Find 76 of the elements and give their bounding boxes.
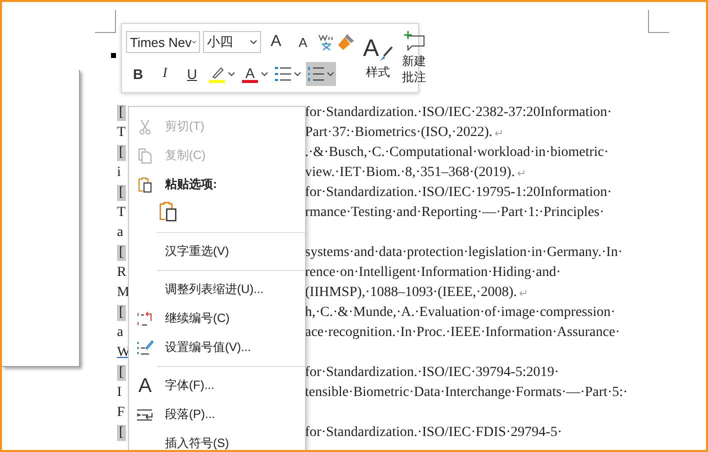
document-text: view.·IET·Biom.·8,·351–368·(2019). bbox=[305, 165, 515, 181]
clipboard-icon bbox=[159, 200, 177, 222]
bullet-list-icon bbox=[275, 67, 291, 81]
document-text: rmance·Testing·and·Reporting·—·Part·1:·Principles· bbox=[305, 205, 604, 221]
document-text: tensible·Biometric·Data·Interchange·Formats·—·Part·5:· bbox=[305, 385, 628, 401]
corner-mark-icon bbox=[648, 10, 669, 33]
document-text: T bbox=[117, 205, 126, 221]
document-text: rence·on·Intelligent·Information·Hiding·and· bbox=[305, 265, 561, 281]
underline-button[interactable]: U bbox=[180, 62, 204, 86]
document-text: systems·and·data·protection·legislation·in·Germany.·In· bbox=[305, 245, 622, 261]
document-text: for·Standardization.·ISO/IEC·FDIS·29794-5· bbox=[305, 425, 562, 441]
document-text: R bbox=[117, 265, 126, 281]
font-name-dropdown[interactable]: Times Nev bbox=[126, 31, 200, 53]
caret-icon bbox=[250, 40, 257, 44]
document-text: ace·recognition.·In·Proc.·IEEE·Information·Assurance· bbox=[305, 325, 620, 341]
menu-item[interactable]: 设置编号值(V)... bbox=[129, 333, 305, 362]
document-text: M bbox=[117, 285, 130, 301]
menu-item[interactable]: 段落(P)... bbox=[129, 400, 305, 429]
new-comment-button[interactable]: 新建批注 bbox=[401, 29, 428, 87]
caret-icon bbox=[294, 72, 301, 76]
caret-icon bbox=[192, 40, 196, 44]
set-numbering-icon bbox=[136, 340, 154, 356]
document-text: h,·C.·&·Munde,·A.·Evaluation·of·image·compression· bbox=[305, 305, 616, 321]
document-text: [ bbox=[117, 365, 126, 381]
menu-item[interactable]: A 字体(F)... bbox=[129, 371, 305, 400]
document-text: .·&·Busch,·C.·Computational·workload·in·biometric· bbox=[305, 145, 609, 161]
document-text: F bbox=[117, 405, 125, 421]
brush-icon bbox=[379, 46, 394, 62]
bold-button[interactable]: B bbox=[126, 62, 150, 86]
bullet-icon bbox=[111, 53, 116, 58]
styles-button[interactable]: A 样式 bbox=[363, 29, 394, 87]
document-text: for·Standardization.·ISO/IEC·39794-5:2019· bbox=[305, 365, 559, 381]
list-button[interactable] bbox=[306, 62, 336, 86]
font-size-dropdown[interactable]: 小四 bbox=[203, 31, 261, 53]
document-text: i bbox=[117, 165, 121, 181]
corner-mark-icon bbox=[95, 10, 116, 33]
clipboard-icon bbox=[138, 176, 152, 193]
font-icon: A bbox=[138, 376, 152, 396]
document-text: (IIHMSP),·1088–1093·(IEEE,·2008). bbox=[305, 285, 517, 301]
document-text: [ bbox=[117, 185, 126, 201]
caret-icon bbox=[261, 72, 268, 76]
menu-item[interactable]: 调整列表缩进(U)... bbox=[129, 275, 305, 304]
format-painter-icon[interactable] bbox=[337, 33, 355, 51]
italic-button[interactable]: I bbox=[153, 62, 177, 86]
document-text: for·Standardization.·ISO/IEC·2382-37:20Information· bbox=[305, 105, 612, 121]
paragraph-icon bbox=[136, 408, 154, 422]
document-text: Part·37:·Biometrics·(ISO,·2022). bbox=[305, 125, 492, 141]
paragraph-mark: ↵ bbox=[518, 286, 528, 300]
document-text: [ bbox=[117, 305, 126, 321]
caret-icon bbox=[327, 72, 334, 76]
document-text: T bbox=[117, 125, 126, 141]
document-text: [ bbox=[117, 105, 126, 121]
shrink-font-button[interactable]: A bbox=[291, 30, 315, 54]
numbered-list-icon bbox=[308, 67, 324, 81]
comment-plus-icon bbox=[403, 31, 426, 51]
document-text: a bbox=[117, 225, 124, 241]
menu-item[interactable]: 插入符号(S) bbox=[129, 429, 305, 450]
document-text: [ bbox=[117, 245, 126, 261]
phonetic-guide-icon[interactable] bbox=[318, 33, 334, 51]
menu-item[interactable]: 继续编号(C) bbox=[129, 304, 305, 333]
document-text: [ bbox=[117, 145, 126, 161]
document-text: for·Standardization.·ISO/IEC·19795-1:20Information· bbox=[305, 185, 612, 201]
paste-options-label: 粘贴选项: bbox=[165, 176, 217, 193]
paragraph-mark: ↵ bbox=[516, 166, 526, 180]
document-text: [ bbox=[117, 425, 126, 441]
highlighter-icon bbox=[209, 65, 225, 83]
menu-item[interactable]: 汉字重选(V) bbox=[129, 237, 305, 266]
copy-icon bbox=[138, 148, 152, 164]
caret-icon bbox=[228, 72, 235, 76]
continue-numbering-icon bbox=[137, 310, 153, 326]
document-text: a bbox=[117, 325, 124, 341]
paragraph-mark: ↵ bbox=[494, 126, 504, 140]
scissors-icon bbox=[139, 118, 151, 134]
font-color-button[interactable]: A bbox=[240, 62, 270, 86]
document-text: I bbox=[117, 385, 122, 401]
grow-font-button[interactable]: A bbox=[264, 30, 288, 54]
